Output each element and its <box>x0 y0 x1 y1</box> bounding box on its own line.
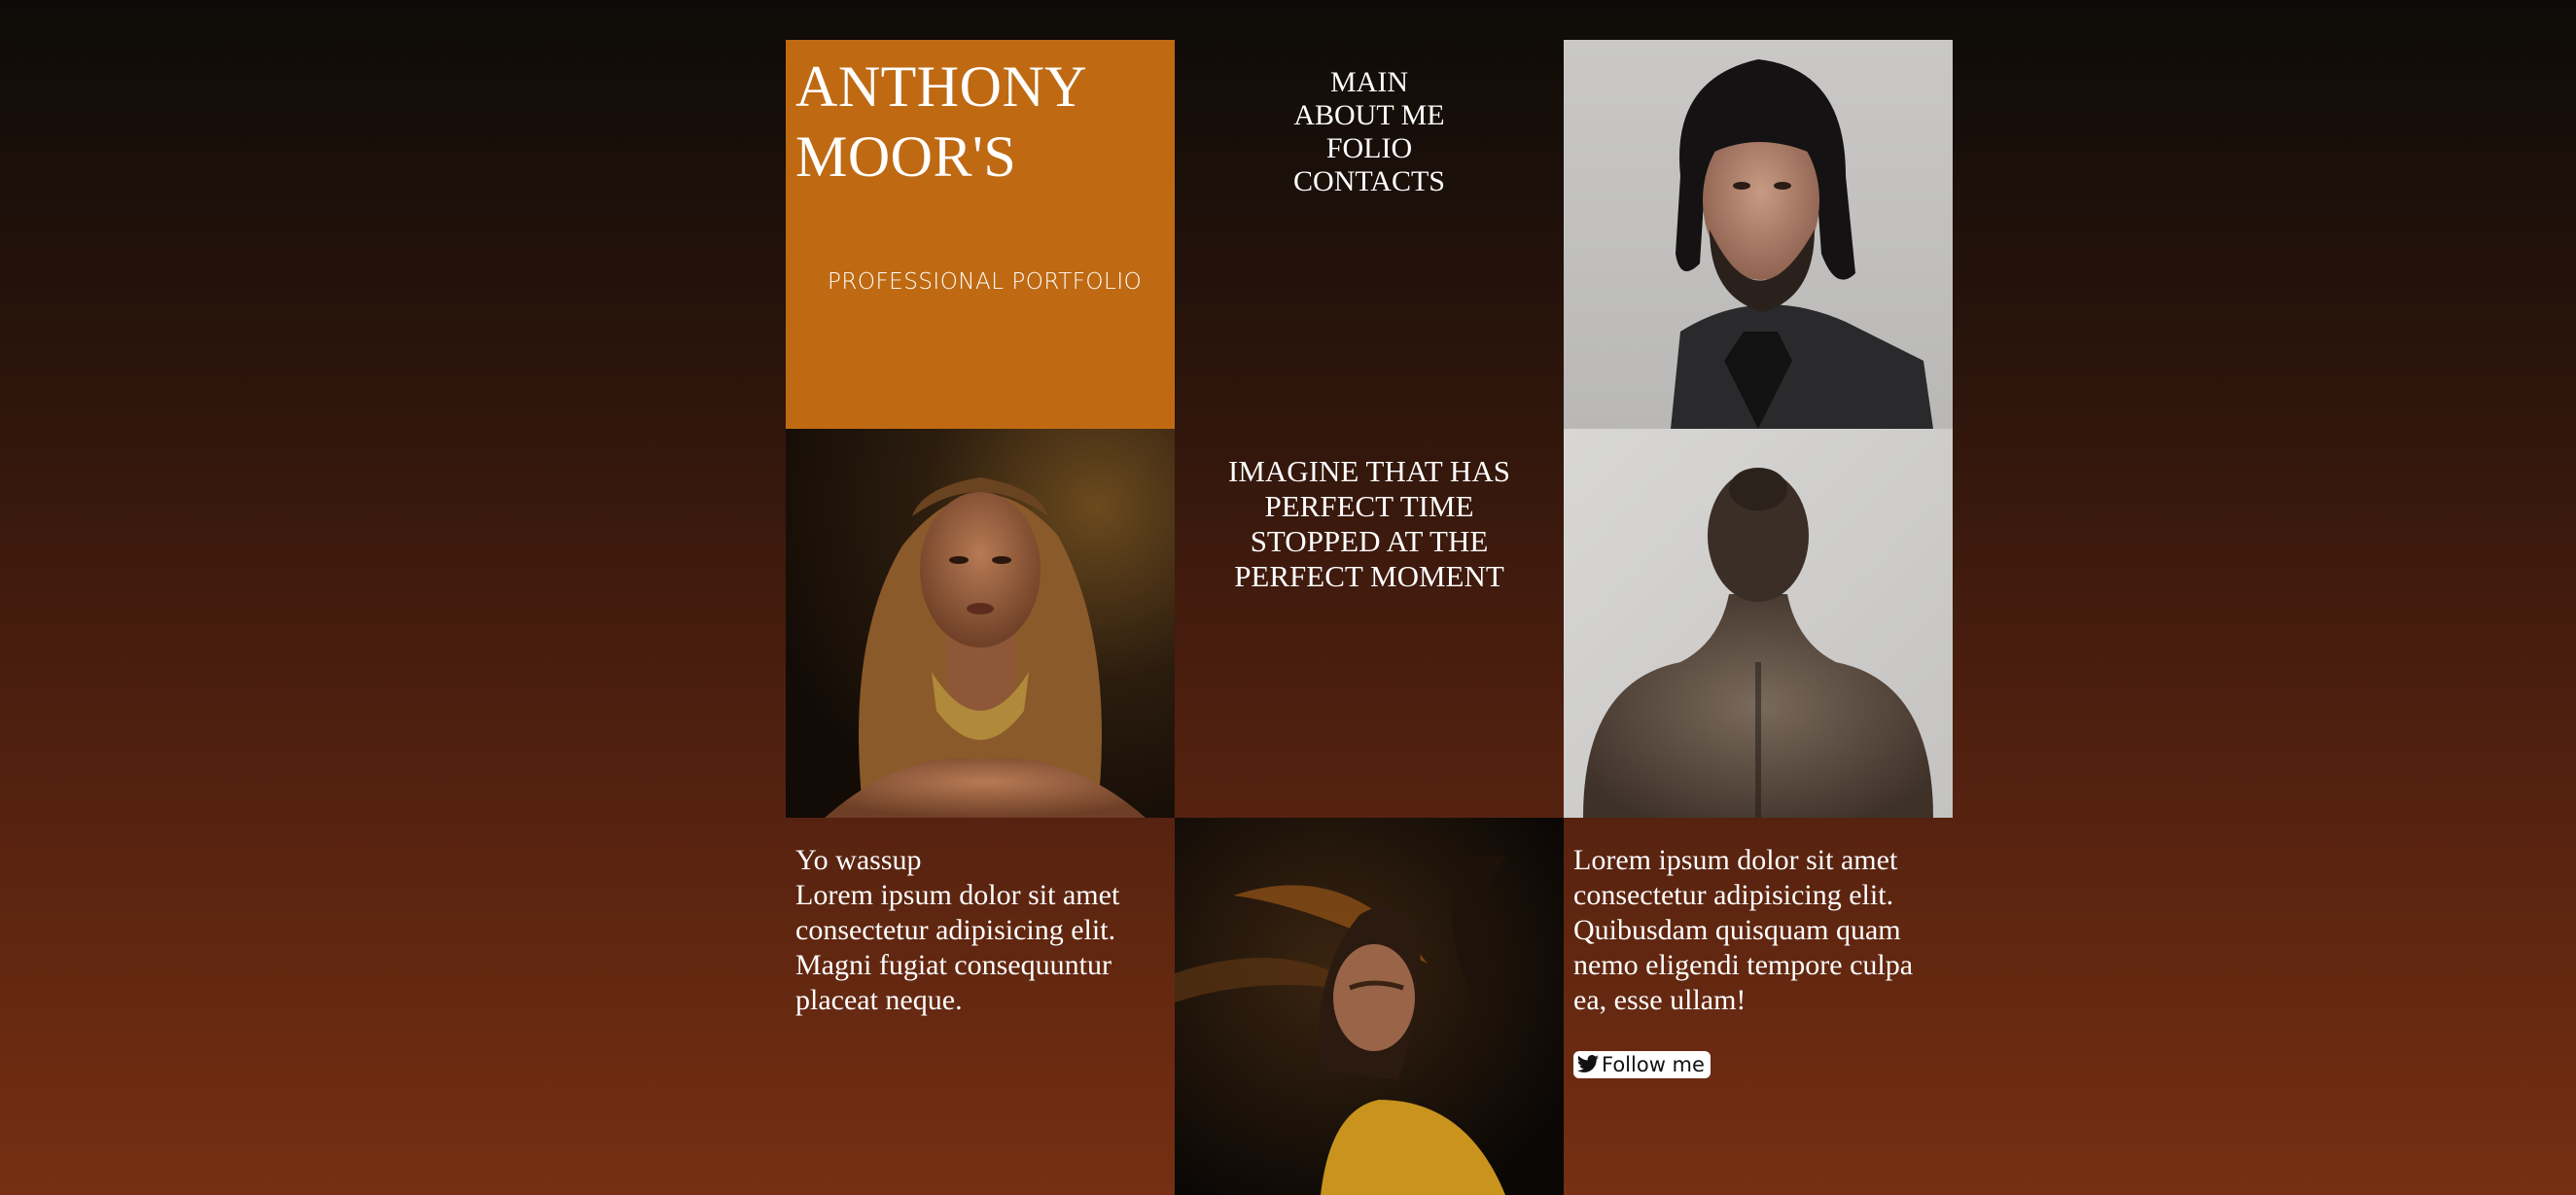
about-section: Lorem ipsum dolor sit amet consectetur a… <box>1564 818 1953 1195</box>
portrait-photo-woman-gold <box>786 429 1175 818</box>
site-title-line-2: MOOR'S <box>795 124 1017 189</box>
site-title: ANTHONY MOOR'S <box>795 52 1087 192</box>
main-navigation: MAIN ABOUT ME FOLIO CONTACTS <box>1175 40 1564 429</box>
site-title-line-1: ANTHONY <box>795 54 1088 119</box>
portrait-photo-man <box>1564 40 1953 429</box>
intro-body: Lorem ipsum dolor sit amet consectetur a… <box>795 879 1120 1016</box>
man-portrait-image <box>1564 40 1953 429</box>
woman-gold-necklace-image <box>786 429 1175 818</box>
about-body: Lorem ipsum dolor sit amet consectetur a… <box>1573 844 1914 1016</box>
site-subtitle: PROFESSIONAL PORTFOLIO <box>828 269 1143 295</box>
intro-greeting: Yo wassup <box>795 844 922 876</box>
intro-section: Yo wassup Lorem ipsum dolor sit amet con… <box>786 818 1175 1195</box>
portrait-photo-woman-shadow <box>1175 818 1564 1195</box>
nav-link-folio[interactable]: FOLIO <box>1175 132 1564 165</box>
tagline-line-2: PERFECT TIME <box>1264 489 1474 523</box>
brand-block: ANTHONY MOOR'S PROFESSIONAL PORTFOLIO <box>786 40 1175 429</box>
tagline-line-4: PERFECT MOMENT <box>1234 559 1504 593</box>
nav-link-about-me[interactable]: ABOUT ME <box>1175 99 1564 132</box>
bare-back-image <box>1564 429 1953 818</box>
follow-me-button[interactable]: Follow me <box>1573 1051 1711 1078</box>
follow-me-label: Follow me <box>1602 1053 1705 1076</box>
tagline-quote: IMAGINE THAT HAS PERFECT TIME STOPPED AT… <box>1175 429 1564 818</box>
twitter-bird-icon <box>1577 1055 1599 1072</box>
nav-link-contacts[interactable]: CONTACTS <box>1175 165 1564 198</box>
nav-link-main[interactable]: MAIN <box>1175 66 1564 99</box>
portfolio-grid: ANTHONY MOOR'S PROFESSIONAL PORTFOLIO MA… <box>786 40 1953 1195</box>
tagline-line-1: IMAGINE THAT HAS <box>1228 454 1510 488</box>
tagline-line-3: STOPPED AT THE <box>1250 524 1489 558</box>
portrait-photo-back <box>1564 429 1953 818</box>
woman-in-shadow-image <box>1175 818 1564 1195</box>
